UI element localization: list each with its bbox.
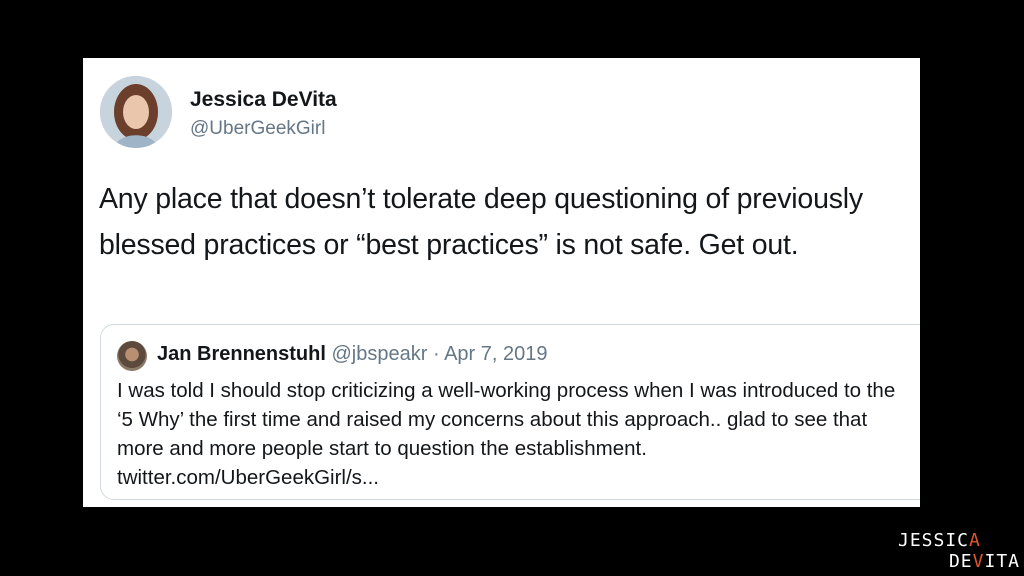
separator-dot: · [432,343,440,365]
brand-logo-text: JESSIC [898,530,970,551]
brand-logo-accent: A [969,530,981,551]
brand-logo-text: ITA [984,551,1020,572]
quoted-tweet[interactable]: Jan Brennenstuhl @jbspeakr · Apr 7, 2019… [100,324,920,500]
brand-logo-accent: V [972,551,985,572]
author-name[interactable]: Jessica DeVita [190,88,337,112]
quoted-tweet-date[interactable]: Apr 7, 2019 [444,343,547,365]
tweet-text: Any place that doesn’t tolerate deep que… [99,183,863,261]
tweet-card[interactable]: Jessica DeVita @UberGeekGirl Any place t… [83,58,920,507]
quoted-author-handle[interactable]: @jbspeakr [331,343,427,365]
quoted-tweet-text: I was told I should stop criticizing a w… [117,379,896,489]
brand-logo-text: DE [948,551,973,572]
brand-logo: JESSICA DEVITA [898,530,1020,572]
quoted-author-name[interactable]: Jan Brennenstuhl [157,343,326,365]
quoted-author-avatar[interactable] [117,341,147,371]
quoted-tweet-header: Jan Brennenstuhl @jbspeakr · Apr 7, 2019 [157,343,548,366]
author-avatar[interactable] [100,76,172,148]
author-handle[interactable]: @UberGeekGirl [190,118,325,140]
